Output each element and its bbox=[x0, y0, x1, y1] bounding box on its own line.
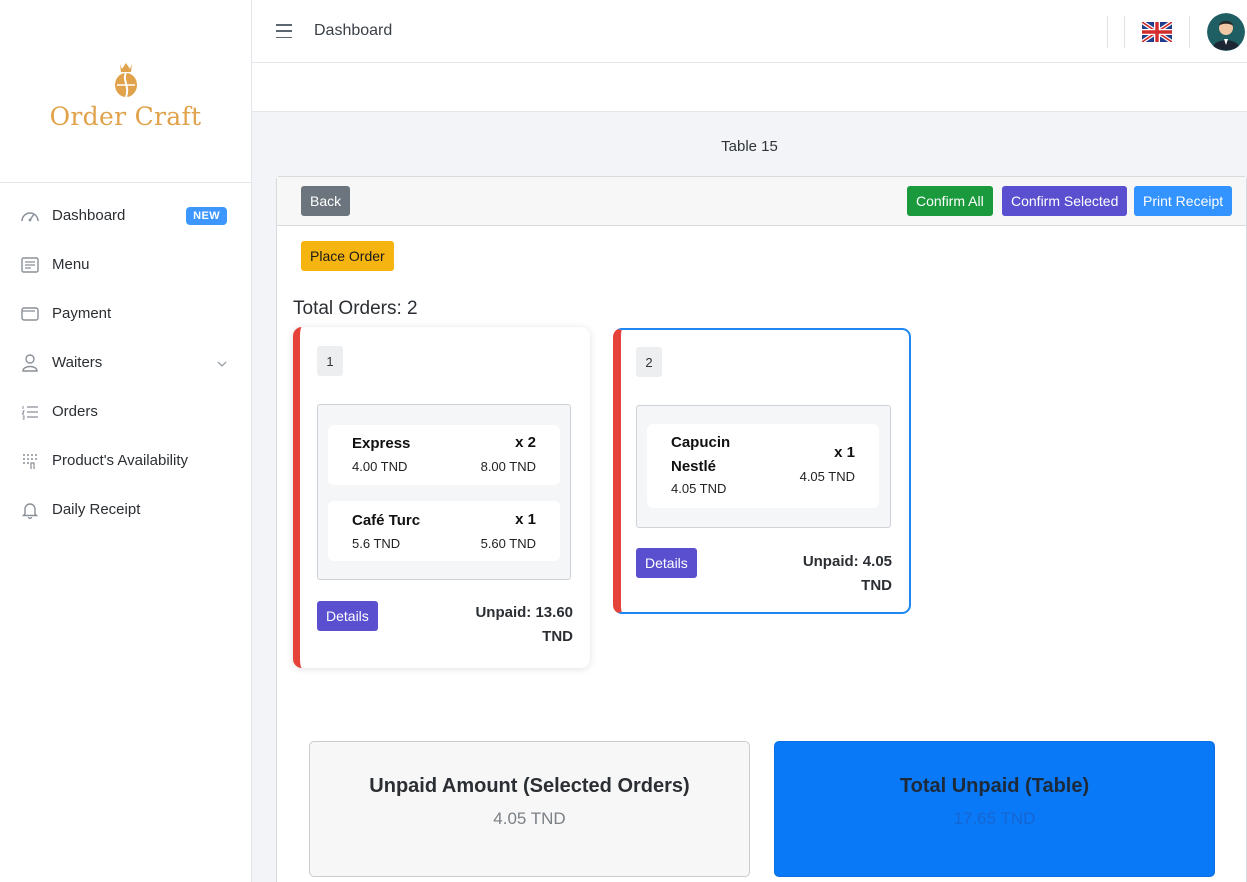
item-name: Capucin Nestlé bbox=[671, 431, 730, 479]
item-name-line: Capucin bbox=[671, 434, 731, 451]
order-items-list: Express x 2 4.00 TND 8.00 TND Café Turc … bbox=[317, 404, 571, 580]
order-item: Café Turc x 1 5.6 TND 5.60 TND bbox=[328, 501, 560, 561]
brand[interactable]: Order Craft bbox=[0, 0, 251, 183]
total-unpaid-table-card: Total Unpaid (Table) 17.65 TND bbox=[774, 741, 1215, 877]
sidebar-item-label: Orders bbox=[52, 403, 98, 420]
chevron-down-icon[interactable] bbox=[217, 356, 227, 370]
new-badge: NEW bbox=[186, 206, 227, 225]
item-unit-price: 4.00 TND bbox=[352, 459, 408, 474]
dashboard-gauge-icon bbox=[20, 206, 40, 226]
user-icon bbox=[20, 353, 40, 373]
item-quantity: x 1 bbox=[515, 511, 536, 528]
avatar[interactable] bbox=[1207, 12, 1245, 51]
availability-icon bbox=[20, 451, 40, 471]
divider bbox=[1189, 15, 1190, 48]
sub-toolbar bbox=[252, 63, 1247, 112]
order-item: Express x 2 4.00 TND 8.00 TND bbox=[328, 425, 560, 485]
total-orders-label: Total Orders: 2 bbox=[293, 298, 418, 319]
item-quantity: x 2 bbox=[515, 434, 536, 451]
unpaid-line: TND bbox=[861, 577, 892, 594]
crown-coffee-bean-logo-icon bbox=[114, 62, 137, 97]
unpaid-amount: Unpaid: 4.05 TND bbox=[803, 550, 892, 598]
unpaid-amount: Unpaid: 13.60 TND bbox=[475, 601, 573, 649]
wallet-icon bbox=[20, 304, 40, 324]
order-items-list: Capucin Nestlé x 1 4.05 TND 4.05 TND bbox=[636, 405, 891, 528]
order-item: Capucin Nestlé x 1 4.05 TND 4.05 TND bbox=[647, 424, 879, 508]
unpaid-line: Unpaid: 4.05 bbox=[802, 553, 892, 570]
sidebar-item-payment[interactable]: Payment bbox=[0, 289, 251, 338]
item-name: Café Turc bbox=[352, 512, 421, 529]
sidebar-item-waiters[interactable]: Waiters bbox=[0, 338, 251, 387]
topbar: Dashboard bbox=[252, 0, 1247, 63]
menu-list-icon bbox=[20, 255, 40, 275]
unpaid-selected-summary-card: Unpaid Amount (Selected Orders) 4.05 TND bbox=[309, 741, 750, 877]
sidebar-nav: Dashboard NEW Menu Payment Waiters Order… bbox=[0, 183, 251, 534]
summary-value: 4.05 TND bbox=[493, 809, 566, 828]
unpaid-line: Unpaid: 13.60 bbox=[475, 604, 573, 621]
summary-title: Unpaid Amount (Selected Orders) bbox=[369, 775, 690, 797]
item-name: Express bbox=[352, 435, 411, 452]
topbar-actions bbox=[1107, 0, 1247, 63]
panel-header: Back Confirm All Confirm Selected Print … bbox=[277, 177, 1246, 226]
item-unit-price: 5.6 TND bbox=[352, 536, 401, 551]
order-number: 2 bbox=[636, 347, 662, 377]
details-button[interactable]: Details bbox=[317, 601, 378, 631]
sidebar-item-label: Menu bbox=[52, 256, 90, 273]
sidebar-item-label: Payment bbox=[52, 305, 112, 322]
sidebar-item-products-availability[interactable]: Product's Availability bbox=[0, 436, 251, 485]
sidebar: Order Craft Dashboard NEW Menu Payment W… bbox=[0, 0, 252, 882]
confirm-selected-button[interactable]: Confirm Selected bbox=[1002, 186, 1128, 216]
sidebar-item-dashboard[interactable]: Dashboard NEW bbox=[0, 191, 251, 240]
brand-name: Order Craft bbox=[49, 101, 202, 131]
item-quantity: x 1 bbox=[834, 444, 855, 461]
item-line-total: 8.00 TND bbox=[480, 459, 536, 474]
details-button[interactable]: Details bbox=[636, 548, 697, 578]
hamburger-menu-icon[interactable] bbox=[276, 24, 292, 38]
divider bbox=[1107, 15, 1108, 48]
summary-title: Total Unpaid (Table) bbox=[899, 775, 1090, 797]
sidebar-item-daily-receipt[interactable]: Daily Receipt bbox=[0, 485, 251, 534]
table-orders-panel: Back Confirm All Confirm Selected Print … bbox=[276, 176, 1247, 882]
item-line-total: 5.60 TND bbox=[480, 536, 536, 551]
sidebar-item-label: Dashboard bbox=[52, 207, 126, 224]
sidebar-item-menu[interactable]: Menu bbox=[0, 240, 251, 289]
unpaid-line: TND bbox=[542, 628, 573, 645]
page-title: Dashboard bbox=[314, 22, 393, 39]
sidebar-item-orders[interactable]: Orders bbox=[0, 387, 251, 436]
summary-value: 17.65 TND bbox=[953, 809, 1036, 828]
order-card[interactable]: 1 Express x 2 4.00 TND 8.00 TND Café Tur… bbox=[293, 327, 590, 668]
confirm-all-button[interactable]: Confirm All bbox=[907, 186, 993, 216]
item-unit-price: 4.05 TND bbox=[671, 481, 727, 496]
order-number: 1 bbox=[317, 346, 343, 376]
place-order-button[interactable]: Place Order bbox=[301, 241, 394, 271]
sidebar-item-label: Daily Receipt bbox=[52, 501, 141, 518]
sidebar-item-label: Waiters bbox=[52, 354, 103, 371]
order-card-selected[interactable]: 2 Capucin Nestlé x 1 4.05 TND 4.05 TND D… bbox=[613, 328, 911, 614]
item-name-line: Nestlé bbox=[671, 458, 717, 475]
bell-icon bbox=[20, 500, 40, 520]
divider bbox=[1124, 15, 1125, 48]
sidebar-item-label: Product's Availability bbox=[52, 452, 188, 469]
back-button[interactable]: Back bbox=[301, 186, 351, 216]
ordered-list-icon bbox=[20, 402, 40, 422]
item-line-total: 4.05 TND bbox=[799, 469, 855, 484]
table-title: Table 15 bbox=[721, 138, 778, 155]
uk-flag-icon[interactable] bbox=[1142, 21, 1172, 42]
print-receipt-button[interactable]: Print Receipt bbox=[1134, 186, 1233, 216]
